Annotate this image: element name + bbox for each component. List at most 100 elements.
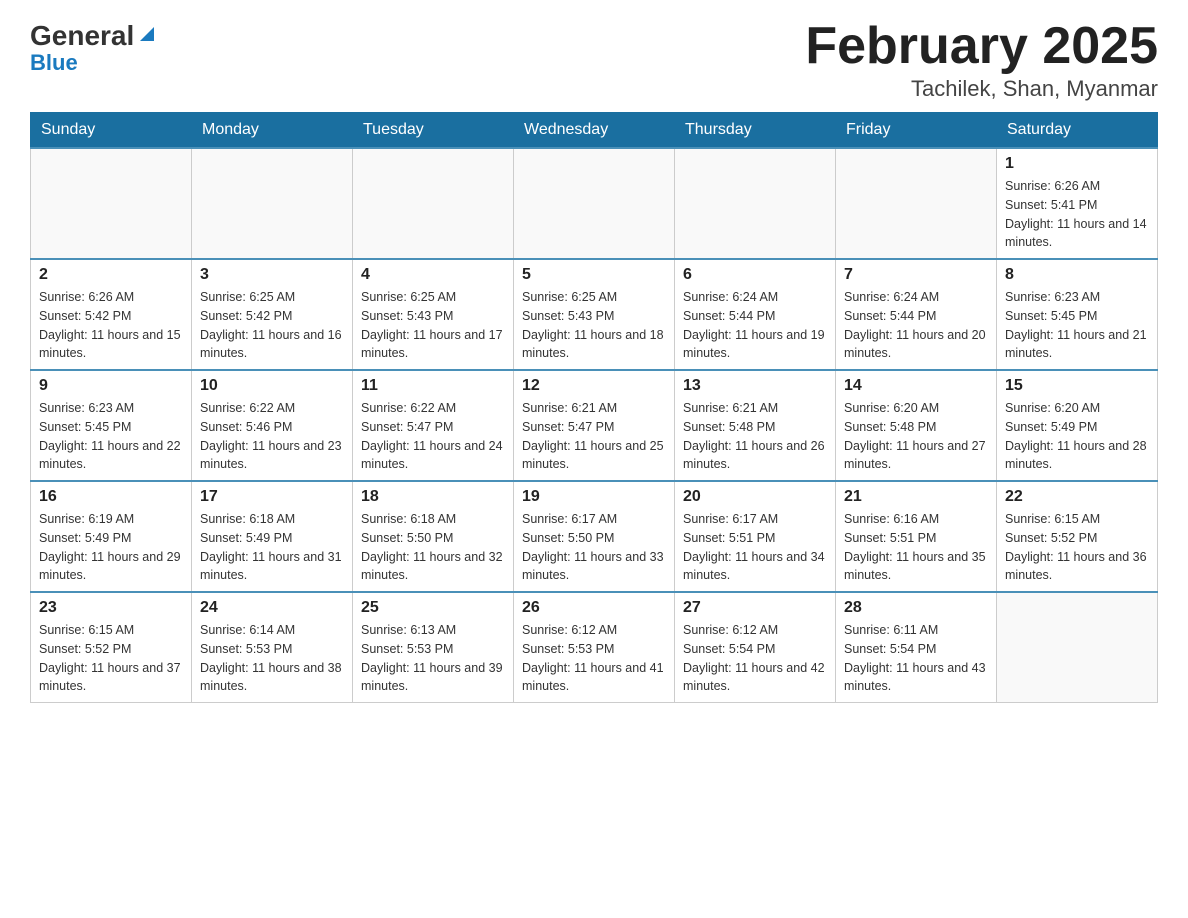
day-number: 17	[200, 488, 344, 506]
col-friday: Friday	[836, 113, 997, 149]
day-info: Sunrise: 6:12 AMSunset: 5:54 PMDaylight:…	[683, 621, 827, 696]
day-number: 4	[361, 266, 505, 284]
table-row: 20Sunrise: 6:17 AMSunset: 5:51 PMDayligh…	[675, 481, 836, 592]
day-number: 16	[39, 488, 183, 506]
table-row: 5 Sunrise: 6:25 AMSunset: 5:43 PMDaylight…	[514, 259, 675, 370]
page-header: General Blue February 2025 Tachilek, Sha…	[30, 20, 1158, 102]
calendar-week-row: 16 Sunrise: 6:19 AMSunset: 5:49 PMDayligh…	[31, 481, 1158, 592]
day-number: 7	[844, 266, 988, 284]
table-row: 28 Sunrise: 6:11 AMSunset: 5:54 PMDayligh…	[836, 592, 997, 703]
day-info: Sunrise: 6:22 AMSunset: 5:46 PMDaylight:…	[200, 399, 344, 474]
calendar-week-row: 23Sunrise: 6:15 AMSunset: 5:52 PMDayligh…	[31, 592, 1158, 703]
calendar-header-row: Sunday Monday Tuesday Wednesday Thursday…	[31, 113, 1158, 149]
table-row: 22 Sunrise: 6:15 AMSunset: 5:52 PMDayligh…	[997, 481, 1158, 592]
day-number: 8	[1005, 266, 1149, 284]
table-row: 25 Sunrise: 6:13 AMSunset: 5:53 PMDayligh…	[353, 592, 514, 703]
table-row	[31, 148, 192, 259]
table-row	[997, 592, 1158, 703]
col-thursday: Thursday	[675, 113, 836, 149]
col-saturday: Saturday	[997, 113, 1158, 149]
day-info: Sunrise: 6:19 AMSunset: 5:49 PMDaylight:…	[39, 510, 183, 585]
table-row	[192, 148, 353, 259]
day-info: Sunrise: 6:15 AMSunset: 5:52 PMDaylight:…	[39, 621, 183, 696]
day-number: 21	[844, 488, 988, 506]
table-row: 19 Sunrise: 6:17 AMSunset: 5:50 PMDayligh…	[514, 481, 675, 592]
table-row: 1 Sunrise: 6:26 AMSunset: 5:41 PMDaylight…	[997, 148, 1158, 259]
table-row: 13 Sunrise: 6:21 AMSunset: 5:48 PMDayligh…	[675, 370, 836, 481]
day-info: Sunrise: 6:23 AMSunset: 5:45 PMDaylight:…	[39, 399, 183, 474]
col-tuesday: Tuesday	[353, 113, 514, 149]
table-row: 18 Sunrise: 6:18 AMSunset: 5:50 PMDayligh…	[353, 481, 514, 592]
table-row: 6 Sunrise: 6:24 AMSunset: 5:44 PMDaylight…	[675, 259, 836, 370]
table-row: 10 Sunrise: 6:22 AMSunset: 5:46 PMDayligh…	[192, 370, 353, 481]
day-info: Sunrise: 6:17 AMSunset: 5:50 PMDaylight:…	[522, 510, 666, 585]
table-row	[836, 148, 997, 259]
table-row: 21Sunrise: 6:16 AMSunset: 5:51 PMDayligh…	[836, 481, 997, 592]
day-info: Sunrise: 6:21 AMSunset: 5:48 PMDaylight:…	[683, 399, 827, 474]
day-info: Sunrise: 6:18 AMSunset: 5:50 PMDaylight:…	[361, 510, 505, 585]
day-info: Sunrise: 6:12 AMSunset: 5:53 PMDaylight:…	[522, 621, 666, 696]
day-info: Sunrise: 6:25 AMSunset: 5:43 PMDaylight:…	[522, 288, 666, 363]
day-info: Sunrise: 6:11 AMSunset: 5:54 PMDaylight:…	[844, 621, 988, 696]
day-info: Sunrise: 6:14 AMSunset: 5:53 PMDaylight:…	[200, 621, 344, 696]
day-info: Sunrise: 6:22 AMSunset: 5:47 PMDaylight:…	[361, 399, 505, 474]
logo-triangle-icon	[136, 23, 158, 45]
day-number: 11	[361, 377, 505, 395]
day-number: 12	[522, 377, 666, 395]
day-number: 2	[39, 266, 183, 284]
day-info: Sunrise: 6:26 AMSunset: 5:41 PMDaylight:…	[1005, 177, 1149, 252]
calendar-week-row: 1 Sunrise: 6:26 AMSunset: 5:41 PMDaylight…	[31, 148, 1158, 259]
day-number: 13	[683, 377, 827, 395]
day-number: 28	[844, 599, 988, 617]
day-info: Sunrise: 6:20 AMSunset: 5:48 PMDaylight:…	[844, 399, 988, 474]
day-number: 26	[522, 599, 666, 617]
day-number: 18	[361, 488, 505, 506]
day-info: Sunrise: 6:17 AMSunset: 5:51 PMDaylight:…	[683, 510, 827, 585]
day-number: 6	[683, 266, 827, 284]
day-number: 24	[200, 599, 344, 617]
table-row: 27 Sunrise: 6:12 AMSunset: 5:54 PMDayligh…	[675, 592, 836, 703]
col-wednesday: Wednesday	[514, 113, 675, 149]
day-number: 1	[1005, 155, 1149, 173]
logo-general-text: General	[30, 20, 134, 52]
table-row: 3 Sunrise: 6:25 AMSunset: 5:42 PMDaylight…	[192, 259, 353, 370]
table-row: 26 Sunrise: 6:12 AMSunset: 5:53 PMDayligh…	[514, 592, 675, 703]
day-info: Sunrise: 6:25 AMSunset: 5:42 PMDaylight:…	[200, 288, 344, 363]
day-info: Sunrise: 6:26 AMSunset: 5:42 PMDaylight:…	[39, 288, 183, 363]
day-number: 15	[1005, 377, 1149, 395]
day-info: Sunrise: 6:15 AMSunset: 5:52 PMDaylight:…	[1005, 510, 1149, 585]
table-row	[675, 148, 836, 259]
day-number: 27	[683, 599, 827, 617]
table-row: 7 Sunrise: 6:24 AMSunset: 5:44 PMDaylight…	[836, 259, 997, 370]
day-info: Sunrise: 6:24 AMSunset: 5:44 PMDaylight:…	[683, 288, 827, 363]
day-info: Sunrise: 6:24 AMSunset: 5:44 PMDaylight:…	[844, 288, 988, 363]
table-row: 24 Sunrise: 6:14 AMSunset: 5:53 PMDayligh…	[192, 592, 353, 703]
table-row: 4Sunrise: 6:25 AMSunset: 5:43 PMDaylight…	[353, 259, 514, 370]
table-row: 11 Sunrise: 6:22 AMSunset: 5:47 PMDayligh…	[353, 370, 514, 481]
table-row	[514, 148, 675, 259]
col-monday: Monday	[192, 113, 353, 149]
calendar-week-row: 9Sunrise: 6:23 AMSunset: 5:45 PMDaylight…	[31, 370, 1158, 481]
table-row: 9Sunrise: 6:23 AMSunset: 5:45 PMDaylight…	[31, 370, 192, 481]
table-row: 2 Sunrise: 6:26 AMSunset: 5:42 PMDaylight…	[31, 259, 192, 370]
day-info: Sunrise: 6:18 AMSunset: 5:49 PMDaylight:…	[200, 510, 344, 585]
day-number: 10	[200, 377, 344, 395]
table-row: 14Sunrise: 6:20 AMSunset: 5:48 PMDayligh…	[836, 370, 997, 481]
day-info: Sunrise: 6:20 AMSunset: 5:49 PMDaylight:…	[1005, 399, 1149, 474]
table-row: 16 Sunrise: 6:19 AMSunset: 5:49 PMDayligh…	[31, 481, 192, 592]
table-row: 8 Sunrise: 6:23 AMSunset: 5:45 PMDaylight…	[997, 259, 1158, 370]
day-info: Sunrise: 6:13 AMSunset: 5:53 PMDaylight:…	[361, 621, 505, 696]
day-info: Sunrise: 6:21 AMSunset: 5:47 PMDaylight:…	[522, 399, 666, 474]
table-row: 23Sunrise: 6:15 AMSunset: 5:52 PMDayligh…	[31, 592, 192, 703]
day-number: 5	[522, 266, 666, 284]
location-title: Tachilek, Shan, Myanmar	[805, 76, 1158, 102]
day-number: 19	[522, 488, 666, 506]
day-info: Sunrise: 6:23 AMSunset: 5:45 PMDaylight:…	[1005, 288, 1149, 363]
day-number: 25	[361, 599, 505, 617]
day-number: 22	[1005, 488, 1149, 506]
day-number: 3	[200, 266, 344, 284]
calendar-table: Sunday Monday Tuesday Wednesday Thursday…	[30, 112, 1158, 703]
table-row	[353, 148, 514, 259]
calendar-week-row: 2 Sunrise: 6:26 AMSunset: 5:42 PMDaylight…	[31, 259, 1158, 370]
title-block: February 2025 Tachilek, Shan, Myanmar	[805, 20, 1158, 102]
